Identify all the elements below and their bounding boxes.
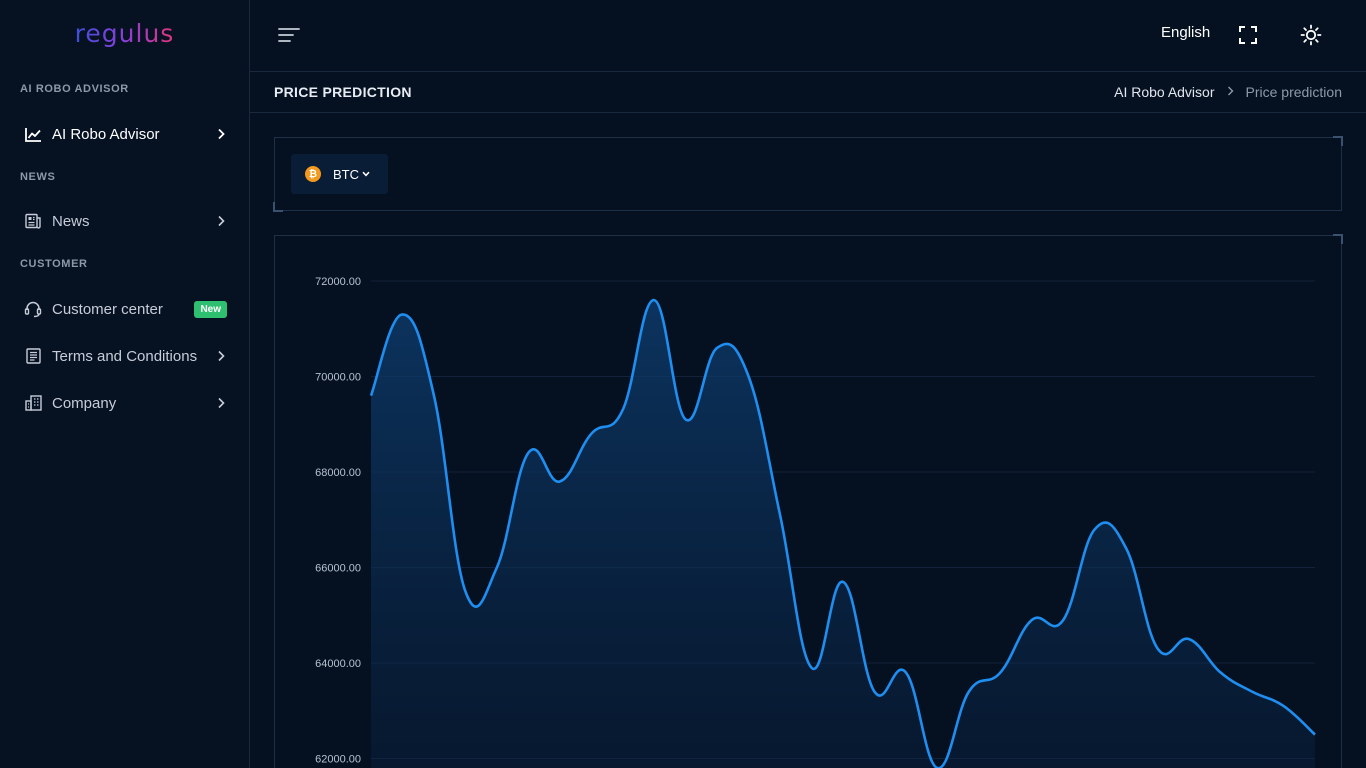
y-tick-label: 68000.00	[315, 467, 361, 479]
chevron-right-icon	[215, 215, 227, 227]
y-tick-label: 62000.00	[315, 754, 361, 766]
headset-icon	[24, 300, 42, 318]
sidebar-item-label: AI Robo Advisor	[52, 125, 160, 143]
logo[interactable]: regulus	[0, 0, 249, 72]
y-tick-label: 64000.00	[315, 658, 361, 670]
page-title: PRICE PREDICTION	[274, 84, 412, 100]
sidebar-item-ai-robo-advisor[interactable]: AI Robo Advisor	[0, 114, 249, 154]
breadcrumb-current: Price prediction	[1245, 84, 1343, 100]
new-badge: New	[194, 300, 227, 318]
sidebar-item-terms[interactable]: Terms and Conditions	[0, 336, 249, 376]
sidebar-item-label: Terms and Conditions	[52, 347, 198, 365]
sidebar-item-customer-center[interactable]: Customer center New	[0, 289, 249, 329]
chevron-right-icon	[215, 350, 227, 362]
building-icon	[24, 394, 42, 412]
chart-line-icon	[24, 125, 42, 143]
fullscreen-icon[interactable]	[1238, 25, 1258, 45]
breadcrumb-link-ai-robo-advisor[interactable]: AI Robo Advisor	[1114, 84, 1214, 100]
chevron-right-icon	[215, 128, 227, 140]
chart-area	[371, 300, 1315, 768]
newspaper-icon	[24, 212, 42, 230]
document-icon	[24, 347, 42, 365]
section-title-customer: CUSTOMER	[20, 258, 88, 270]
coin-selector-card: ₿ BTC	[273, 136, 1343, 212]
chevron-right-icon	[1227, 85, 1234, 99]
coin-dropdown-value: BTC	[333, 166, 359, 182]
chevron-down-icon	[362, 171, 370, 177]
sidebar: regulus AI ROBO ADVISOR AI Robo Advisor …	[0, 0, 250, 768]
card-corner	[1333, 136, 1343, 146]
breadcrumb: AI Robo Advisor Price prediction	[1114, 84, 1342, 100]
sun-icon[interactable]	[1300, 24, 1322, 46]
topbar: English	[250, 0, 1366, 72]
sidebar-item-label: Customer center	[52, 300, 163, 318]
bitcoin-icon: ₿	[305, 166, 321, 182]
hamburger-icon[interactable]	[278, 26, 300, 44]
price-chart: 72000.00 70000.00 68000.00 66000.00 64000.00…	[315, 276, 1316, 768]
language-selector[interactable]: English	[1161, 24, 1210, 41]
y-tick-label: 72000.00	[315, 276, 361, 288]
sidebar-item-news[interactable]: News	[0, 201, 249, 241]
sidebar-item-label: News	[52, 212, 90, 230]
price-chart-card: 72000.00 70000.00 68000.00 66000.00 64000.00…	[274, 234, 1343, 768]
section-title-ai-robo-advisor: AI ROBO ADVISOR	[20, 83, 129, 95]
coin-dropdown[interactable]: ₿ BTC	[291, 154, 388, 194]
sidebar-item-company[interactable]: Company	[0, 383, 249, 423]
card-corner	[273, 202, 283, 212]
chevron-right-icon	[215, 397, 227, 409]
section-title-news: NEWS	[20, 171, 56, 183]
page-header: PRICE PREDICTION AI Robo Advisor Price p…	[250, 72, 1366, 113]
sidebar-item-label: Company	[52, 394, 117, 412]
y-tick-label: 70000.00	[315, 372, 361, 384]
y-tick-label: 66000.00	[315, 563, 361, 575]
